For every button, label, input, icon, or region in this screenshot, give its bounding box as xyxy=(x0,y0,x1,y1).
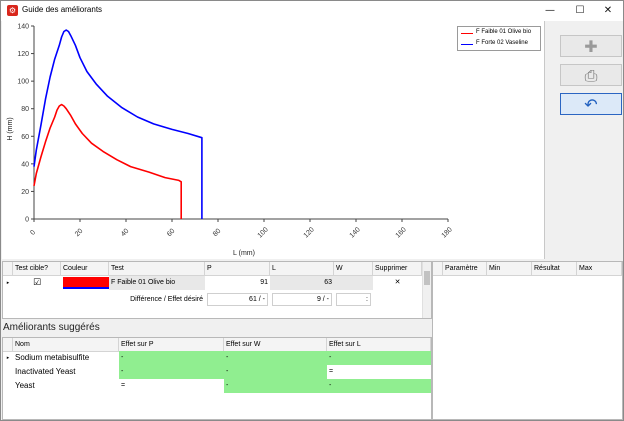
y-tick-label: 120 xyxy=(17,51,29,58)
app-icon: ⚙ xyxy=(7,5,18,16)
col-header-effect-p[interactable]: Effet sur P xyxy=(119,338,224,352)
col-header-max[interactable]: Max xyxy=(577,262,622,276)
row-indicator xyxy=(3,365,13,379)
col-header-color[interactable]: Couleur xyxy=(61,262,109,276)
color-swatch[interactable] xyxy=(63,277,109,289)
undo-arrow-icon: ↶ xyxy=(584,95,598,114)
x-tick-label: 60 xyxy=(166,228,177,239)
tests-scrollbar[interactable] xyxy=(422,262,431,318)
row-indicator xyxy=(3,379,13,393)
legend-entry: F Forte 02 Vaseline xyxy=(461,39,541,49)
y-tick-label: 140 xyxy=(17,24,29,31)
legend-swatch xyxy=(461,33,473,34)
col-header-test[interactable]: Test xyxy=(109,262,205,276)
difference-label: Différence / Effet désiré xyxy=(130,296,203,303)
chart-svg: 0 20 40 60 80 100 120 140 0 20 40 60 80 100 120 140 160 1… xyxy=(7,24,454,258)
col-header-effect-w[interactable]: Effet sur W xyxy=(224,338,327,352)
improver-name-cell[interactable]: Inactivated Yeast xyxy=(13,365,119,379)
legend-swatch xyxy=(461,44,473,45)
y-tick-label: 60 xyxy=(21,134,29,141)
window-title: Guide des améliorants xyxy=(22,5,103,14)
difference-w: : xyxy=(336,293,371,306)
x-tick-label: 20 xyxy=(74,228,85,239)
maximize-button[interactable]: ☐ xyxy=(565,1,595,21)
effect-p-cell[interactable]: = xyxy=(119,379,224,393)
chart: 0 20 40 60 80 100 120 140 0 20 40 60 80 100 120 140 160 1… xyxy=(2,21,544,259)
effect-l-cell[interactable]: - xyxy=(327,379,431,393)
col-header-delete[interactable]: Supprimer xyxy=(373,262,422,276)
w-value-cell[interactable] xyxy=(334,276,373,290)
effect-p-cell[interactable]: - xyxy=(119,365,224,379)
add-button[interactable]: ✚ xyxy=(560,35,622,57)
x-tick-label: 0 xyxy=(29,229,37,237)
col-header-w[interactable]: W xyxy=(334,262,373,276)
chart-legend: F Faible 01 Olive bio F Forte 02 Vaselin… xyxy=(457,26,541,51)
scroll-thumb[interactable] xyxy=(424,271,430,285)
row-header-corner xyxy=(3,338,13,352)
x-tick-label: 100 xyxy=(257,226,270,239)
improver-name-cell[interactable]: Sodium metabisulfite xyxy=(13,351,119,365)
effect-l-cell[interactable]: - xyxy=(327,351,431,365)
p-value-cell[interactable]: 91 xyxy=(205,276,270,290)
delete-row-button[interactable]: ✕ xyxy=(373,276,422,290)
effect-w-cell[interactable]: - xyxy=(224,351,327,365)
x-tick-label: 180 xyxy=(441,226,454,239)
action-panel: ✚ ⎙ ↶ xyxy=(544,21,623,259)
minimize-button[interactable]: — xyxy=(535,1,565,21)
x-axis-label: L (mm) xyxy=(233,250,255,257)
x-tick-label: 40 xyxy=(120,228,131,239)
col-header-l[interactable]: L xyxy=(270,262,334,276)
x-tick-label: 140 xyxy=(349,226,362,239)
l-value-cell[interactable]: 63 xyxy=(270,276,334,290)
x-tick-label: 120 xyxy=(303,226,316,239)
close-button[interactable]: ✕ xyxy=(593,1,623,21)
test-name-cell[interactable]: F Faible 01 Olive bio xyxy=(109,276,205,290)
legend-label: F Faible 01 Olive bio xyxy=(476,29,532,35)
y-tick-label: 0 xyxy=(25,217,29,224)
target-checkbox[interactable]: ☑ xyxy=(13,276,61,290)
parameters-grid: Paramètre Min Résultat Max xyxy=(432,261,623,420)
difference-l: 9 / - xyxy=(272,293,332,306)
row-indicator: ▸ xyxy=(6,280,10,286)
y-axis-label: H (mm) xyxy=(7,117,14,140)
print-button[interactable]: ⎙ xyxy=(560,64,622,86)
suggestions-title: Améliorants suggérés xyxy=(3,322,100,333)
improver-name-cell[interactable]: Yeast xyxy=(13,379,119,393)
y-tick-label: 80 xyxy=(21,106,29,113)
col-header-target[interactable]: Test cible? xyxy=(13,262,61,276)
col-header-name[interactable]: Nom xyxy=(13,338,119,352)
legend-entry: F Faible 01 Olive bio xyxy=(461,28,541,38)
printer-icon: ⎙ xyxy=(584,66,598,85)
legend-label: F Forte 02 Vaseline xyxy=(476,40,528,46)
col-header-min[interactable]: Min xyxy=(487,262,532,276)
tests-grid: Test cible? Couleur Test P L W Supprimer… xyxy=(2,261,432,319)
row-header-corner xyxy=(3,262,13,276)
suggestions-grid: Nom Effet sur P Effet sur W Effet sur L … xyxy=(2,337,432,420)
effect-w-cell[interactable]: - xyxy=(224,379,327,393)
row-header-corner xyxy=(433,262,443,276)
x-tick-label: 160 xyxy=(395,226,408,239)
col-header-parameter[interactable]: Paramètre xyxy=(443,262,487,276)
col-header-result[interactable]: Résultat xyxy=(532,262,577,276)
back-button[interactable]: ↶ xyxy=(560,93,622,115)
series-line-1 xyxy=(33,103,182,219)
y-tick-label: 40 xyxy=(21,161,29,168)
row-indicator: ▸ xyxy=(6,355,10,361)
effect-p-cell[interactable]: - xyxy=(119,351,224,365)
effect-w-cell[interactable]: - xyxy=(224,365,327,379)
col-header-effect-l[interactable]: Effet sur L xyxy=(327,338,431,352)
col-header-p[interactable]: P xyxy=(205,262,270,276)
x-tick-label: 80 xyxy=(212,228,223,239)
title-bar: ⚙ Guide des améliorants — ☐ ✕ xyxy=(1,1,623,21)
y-tick-label: 100 xyxy=(17,79,29,86)
y-tick-label: 20 xyxy=(21,189,29,196)
effect-l-cell[interactable]: = xyxy=(327,365,431,379)
series-line-2 xyxy=(33,29,203,219)
difference-p: 61 / - xyxy=(207,293,268,306)
plus-icon: ✚ xyxy=(584,37,598,56)
window: ⚙ Guide des améliorants — ☐ ✕ 0 20 40 60 80 1… xyxy=(0,0,624,421)
